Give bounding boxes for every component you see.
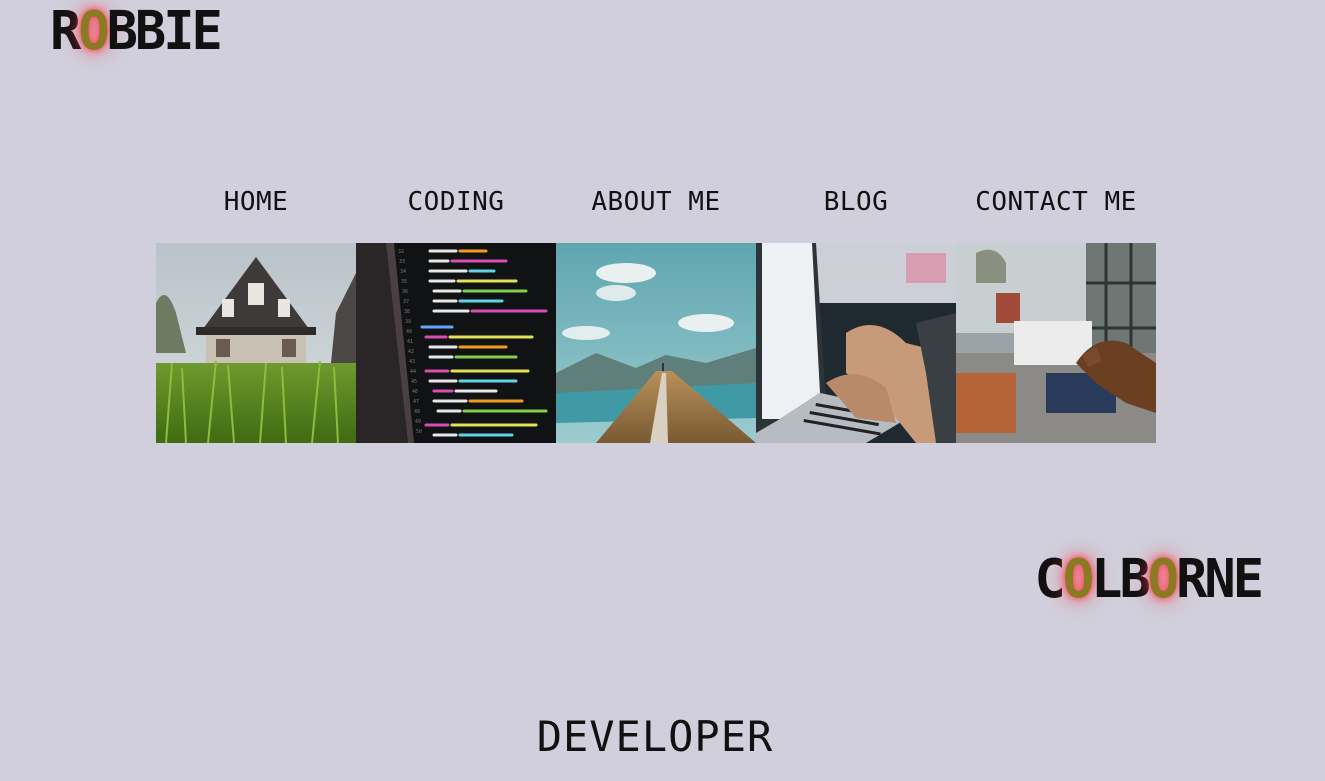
svg-text:47: 47 bbox=[413, 399, 419, 405]
house-photo-icon bbox=[156, 243, 356, 443]
svg-text:48: 48 bbox=[414, 409, 420, 415]
nav-item-contact-me[interactable]: CONTACT ME bbox=[956, 182, 1156, 222]
brand-letter: R bbox=[50, 0, 81, 63]
brand-logo-bottom[interactable]: COLBORNE bbox=[1035, 553, 1264, 606]
nav-item-blog[interactable]: BLOG bbox=[756, 182, 956, 222]
svg-text:49: 49 bbox=[415, 419, 421, 425]
svg-text:32: 32 bbox=[398, 249, 404, 255]
svg-text:35: 35 bbox=[401, 279, 407, 285]
brand-glow-letter: O bbox=[1062, 548, 1094, 611]
tile-about-me-image[interactable] bbox=[556, 243, 756, 443]
svg-text:45: 45 bbox=[411, 379, 417, 385]
svg-text:39: 39 bbox=[405, 319, 411, 325]
mountain-ridge-photo-icon bbox=[556, 243, 756, 443]
svg-text:50: 50 bbox=[416, 429, 422, 435]
brand-letters: BBIE bbox=[106, 0, 223, 63]
svg-text:43: 43 bbox=[409, 359, 415, 365]
code-screen-photo-icon: 32 33 34 35 36 37 38 39 40 41 42 43 44 45 46 47 48 4… bbox=[356, 243, 556, 443]
brand-glow-letter: O bbox=[1147, 548, 1179, 611]
svg-text:38: 38 bbox=[404, 309, 410, 315]
page: ROBBIE HOME CODING ABOUT ME BLOG CONTACT… bbox=[0, 0, 1325, 781]
role-heading: DEVELOPER bbox=[536, 712, 774, 761]
tile-coding-image[interactable]: 32 33 34 35 36 37 38 39 40 41 42 43 44 45 46 47 48 4… bbox=[356, 243, 556, 443]
main-nav: HOME CODING ABOUT ME BLOG CONTACT ME bbox=[156, 182, 1156, 222]
brand-letters: RNE bbox=[1176, 548, 1264, 611]
nav-item-coding[interactable]: CODING bbox=[356, 182, 556, 222]
tile-blog-image[interactable] bbox=[756, 243, 956, 443]
svg-text:41: 41 bbox=[407, 339, 413, 345]
svg-text:40: 40 bbox=[406, 329, 412, 335]
svg-text:33: 33 bbox=[399, 259, 405, 265]
brand-letters: LB bbox=[1091, 548, 1151, 611]
brand-logo-top[interactable]: ROBBIE bbox=[50, 5, 223, 58]
nav-image-tiles: 32 33 34 35 36 37 38 39 40 41 42 43 44 45 46 47 48 4… bbox=[156, 243, 1156, 443]
laptop-typing-photo-icon bbox=[756, 243, 956, 443]
tile-contact-me-image[interactable] bbox=[956, 243, 1156, 443]
svg-text:42: 42 bbox=[408, 349, 414, 355]
nav-item-about-me[interactable]: ABOUT ME bbox=[556, 182, 756, 222]
nav-item-home[interactable]: HOME bbox=[156, 182, 356, 222]
brand-letter: C bbox=[1034, 548, 1066, 611]
tile-home-image[interactable] bbox=[156, 243, 356, 443]
svg-text:44: 44 bbox=[410, 369, 416, 375]
brand-glow-letter: O bbox=[78, 0, 109, 63]
svg-text:37: 37 bbox=[403, 299, 409, 305]
svg-text:46: 46 bbox=[412, 389, 418, 395]
svg-text:34: 34 bbox=[400, 269, 406, 275]
business-card-photo-icon bbox=[956, 243, 1156, 443]
svg-text:36: 36 bbox=[402, 289, 408, 295]
